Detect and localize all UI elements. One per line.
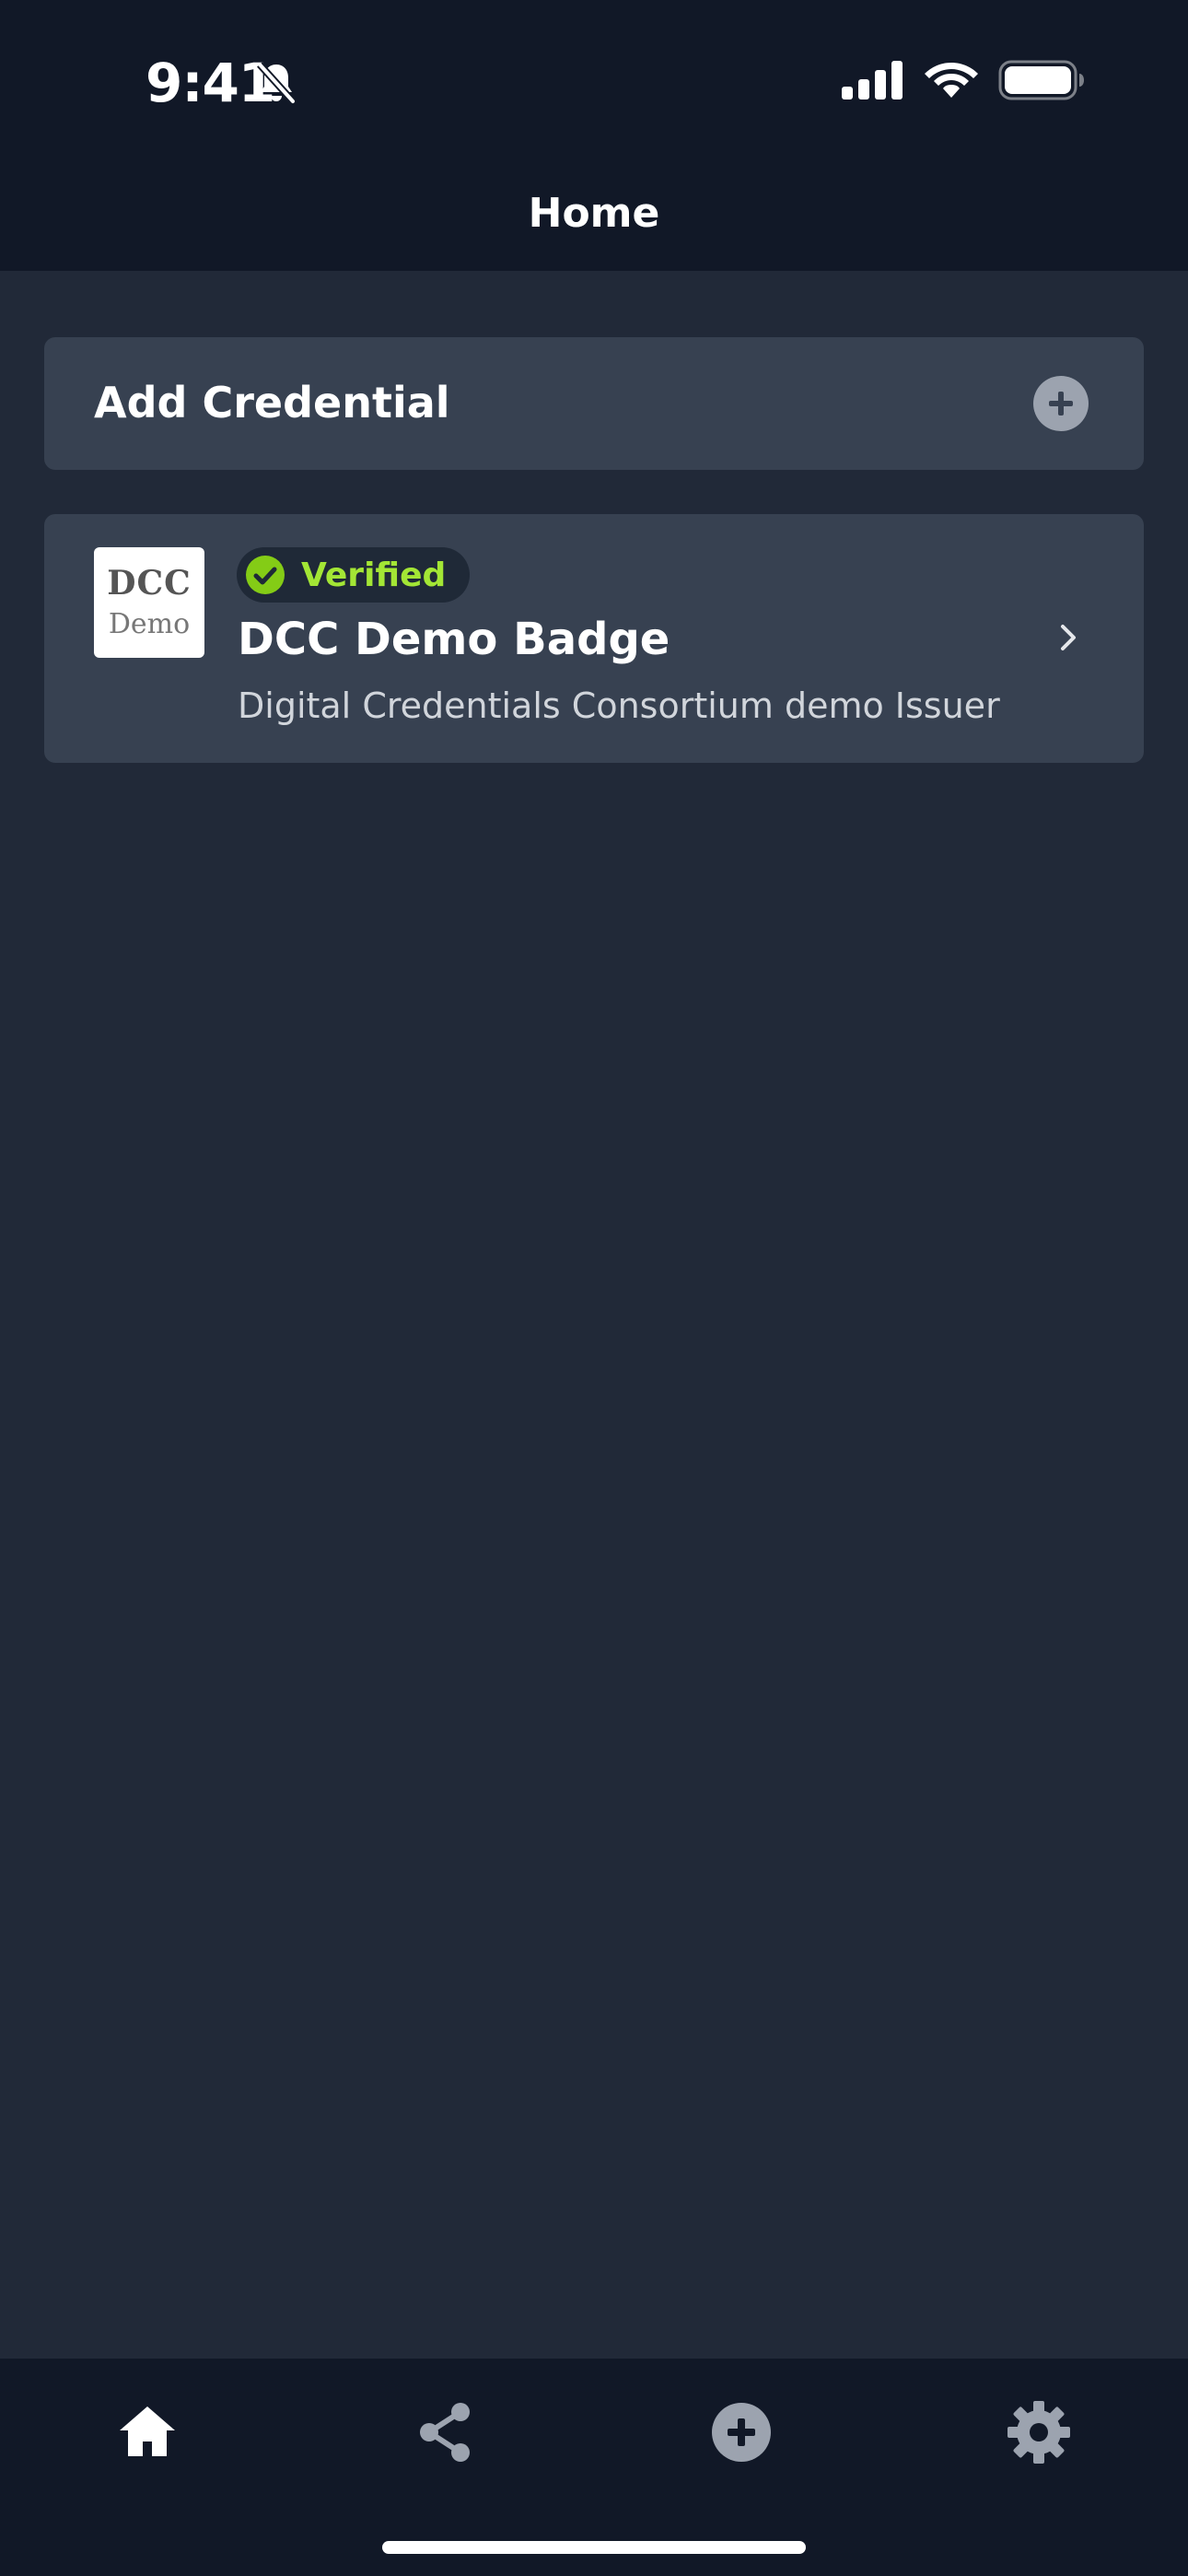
tab-settings[interactable]: [1002, 2395, 1076, 2469]
issuer-logo: DCC Demo: [94, 547, 204, 658]
credential-title: DCC Demo Badge: [238, 614, 670, 665]
plus-circle-icon: [712, 2403, 771, 2462]
wifi-icon: [925, 63, 978, 98]
share-icon: [420, 2403, 470, 2462]
logo-text-demo: Demo: [108, 608, 191, 640]
home-indicator[interactable]: [382, 2541, 806, 2554]
bell-slash-icon: [257, 62, 296, 104]
credential-issuer: Digital Credentials Consortium demo Issu…: [238, 685, 1000, 726]
status-badge: Verified: [237, 547, 471, 603]
tab-add[interactable]: [705, 2395, 778, 2469]
page-title: Home: [528, 190, 660, 237]
chevron-right-icon: [1061, 625, 1076, 650]
logo-text-dcc: DCC: [107, 564, 192, 603]
status-label: Verified: [301, 556, 447, 594]
tab-share[interactable]: [409, 2395, 483, 2469]
credential-card[interactable]: DCC Demo Verified DCC Demo Badge Digital…: [44, 514, 1144, 763]
home-screen: 9:41 Home Add Credential DCC Demo Verifi…: [0, 0, 1188, 2576]
battery-icon: [998, 60, 1084, 100]
check-circle-icon: [246, 556, 285, 594]
add-credential-button[interactable]: Add Credential: [44, 337, 1144, 470]
tab-home[interactable]: [111, 2395, 184, 2469]
cellular-signal-icon: [842, 61, 903, 100]
header-bar: 9:41 Home: [0, 0, 1188, 271]
plus-circle-icon: [1033, 376, 1089, 431]
home-icon: [120, 2406, 175, 2456]
add-credential-label: Add Credential: [94, 378, 450, 427]
gear-icon: [1007, 2401, 1070, 2464]
